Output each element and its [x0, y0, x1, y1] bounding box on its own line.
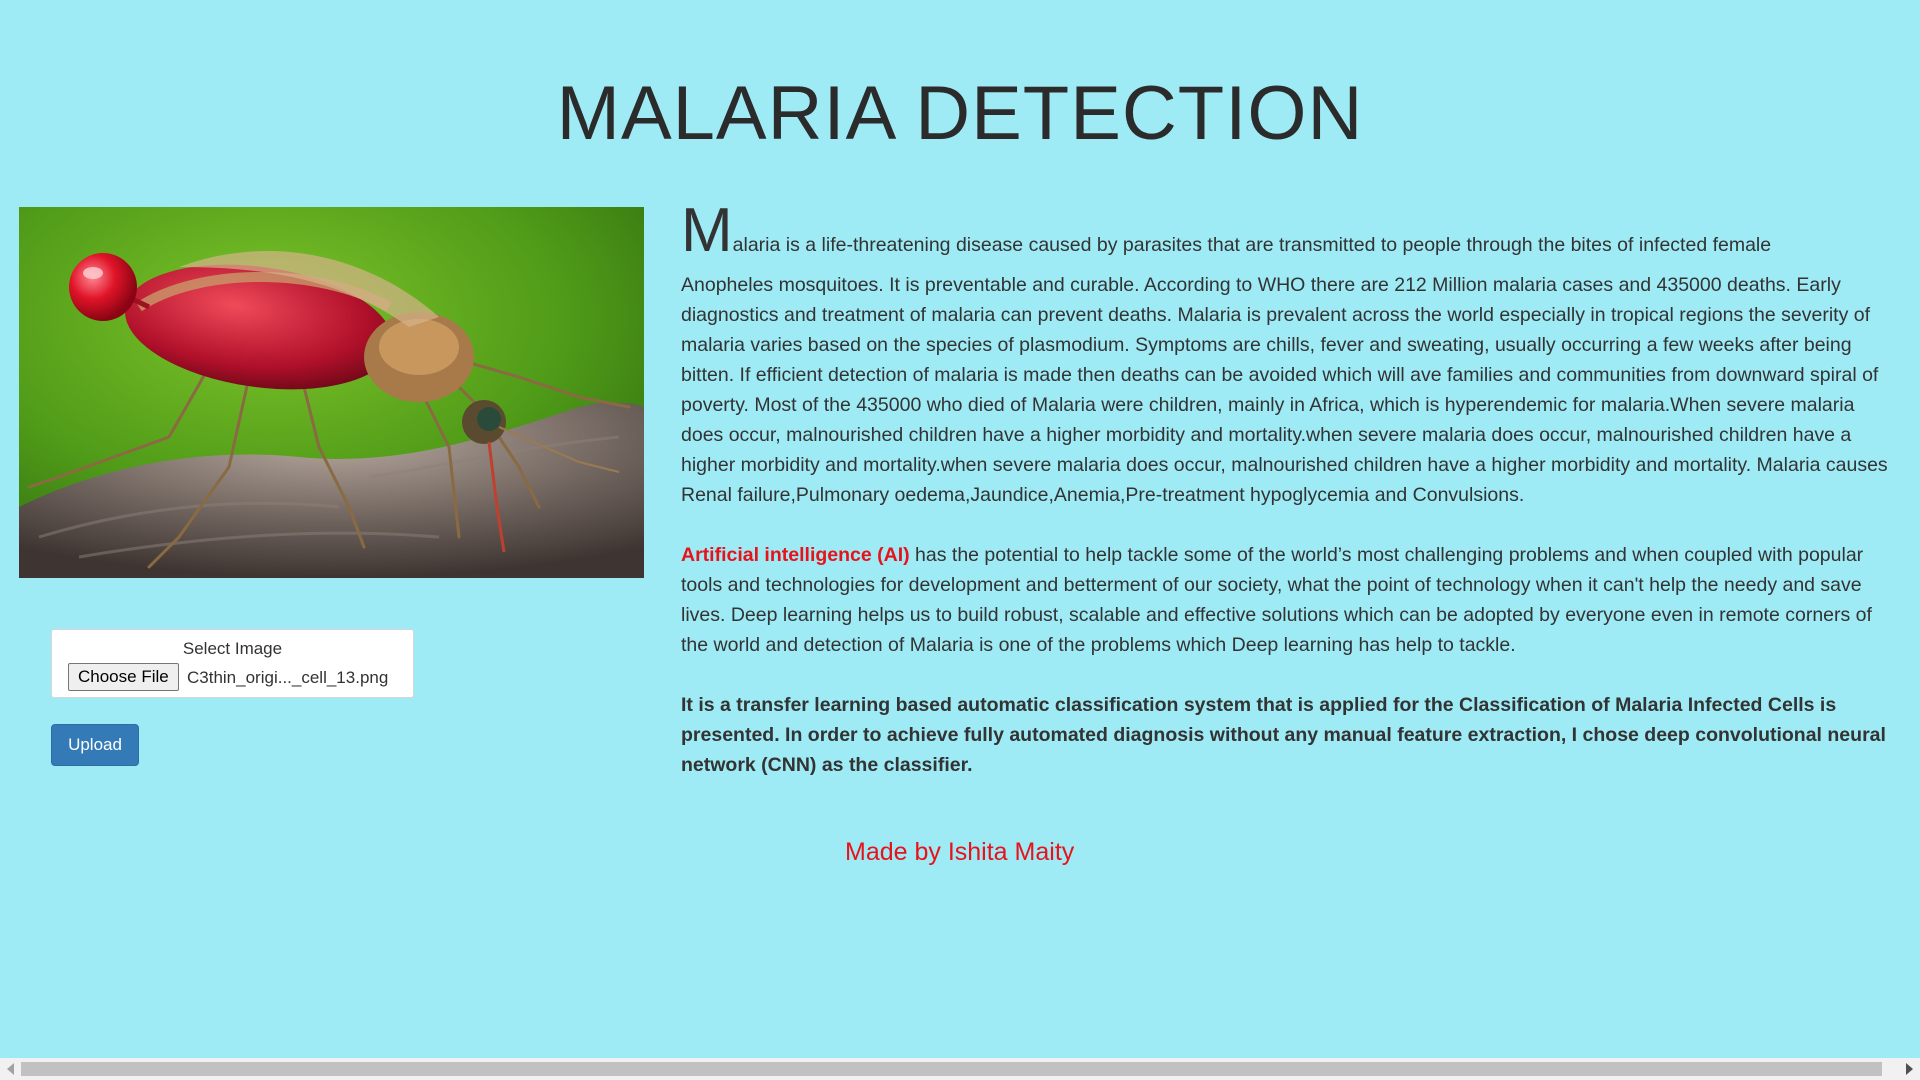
page: MALARIA DETECTION Select Image Choose Fi…	[0, 0, 1920, 1080]
author-credit: Made by Ishita Maity	[845, 838, 1075, 866]
intro-first-line: alaria is a life-threatening disease cau…	[732, 234, 1772, 256]
upload-form: Select Image Choose File C3thin_origi...…	[51, 629, 414, 698]
intro-paragraph: Malaria is a life-threatening disease ca…	[681, 200, 1896, 510]
upload-button[interactable]: Upload	[51, 724, 139, 766]
method-paragraph: It is a transfer learning based automati…	[681, 694, 1886, 776]
scroll-left-icon[interactable]	[7, 1063, 14, 1075]
scroll-right-icon[interactable]	[1906, 1063, 1913, 1075]
ai-paragraph: Artificial intelligence (AI) has the pot…	[681, 540, 1896, 660]
selected-file-name: C3thin_origi..._cell_13.png	[187, 668, 389, 687]
mosquito-image	[19, 207, 644, 578]
drop-cap: M	[681, 196, 733, 265]
select-image-label: Select Image	[182, 639, 283, 658]
mosquito-photo-icon	[19, 207, 644, 578]
intro-text: Anopheles mosquitoes. It is preventable …	[681, 274, 1888, 506]
ai-highlight: Artificial intelligence (AI)	[681, 544, 910, 566]
scroll-thumb[interactable]	[21, 1062, 1882, 1076]
choose-file-button[interactable]: Choose File	[68, 663, 179, 691]
page-title: MALARIA DETECTION	[556, 71, 1364, 156]
horizontal-scrollbar[interactable]	[0, 1058, 1920, 1080]
description-content: Malaria is a life-threatening disease ca…	[681, 200, 1896, 780]
